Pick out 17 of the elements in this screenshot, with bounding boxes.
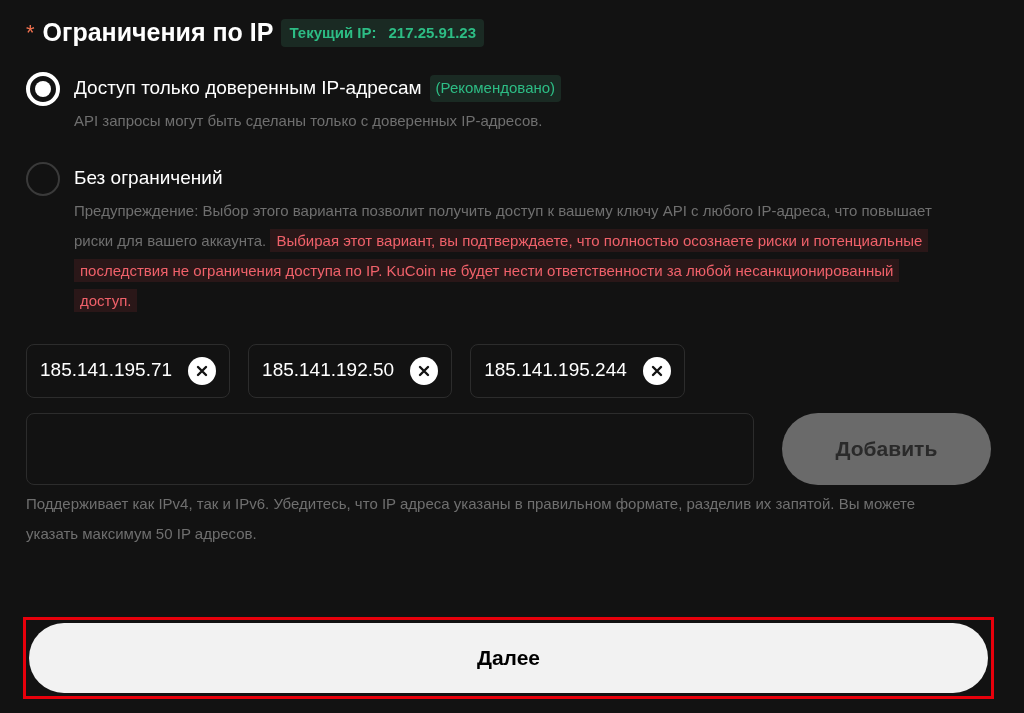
option-label[interactable]: Доступ только доверенным IP-адресам: [74, 74, 422, 103]
remove-icon[interactable]: [642, 356, 671, 385]
next-button[interactable]: Далее: [29, 622, 988, 693]
option-description: API запросы могут быть сделаны только с доверенных IP-адресов.: [74, 110, 544, 131]
ip-tag: 185.141.192.50: [248, 343, 453, 398]
remove-icon[interactable]: [188, 356, 217, 385]
radio-button[interactable]: [26, 161, 60, 196]
ip-tag: 185.141.195.244: [470, 343, 685, 398]
hint-text: Поддерживает как IPv4, так и IPv6. Убедитесь, что IP адреса указаны в правильном формате, разделив их запятой. Вы можете указать максимум 50 IP адресов.: [26, 493, 917, 544]
recommended-badge: (Рекомендовано): [429, 75, 562, 102]
remove-icon[interactable]: [410, 356, 439, 385]
required-mark: *: [26, 19, 35, 48]
ip-input-field[interactable]: [26, 412, 754, 485]
option-label[interactable]: Без ограничений: [74, 164, 223, 193]
ip-tag: 185.141.195.71: [26, 343, 231, 398]
section-title: Ограничения по IP: [42, 17, 274, 48]
current-ip-badge: Текущий IP: 217.25.91.23: [281, 18, 485, 47]
